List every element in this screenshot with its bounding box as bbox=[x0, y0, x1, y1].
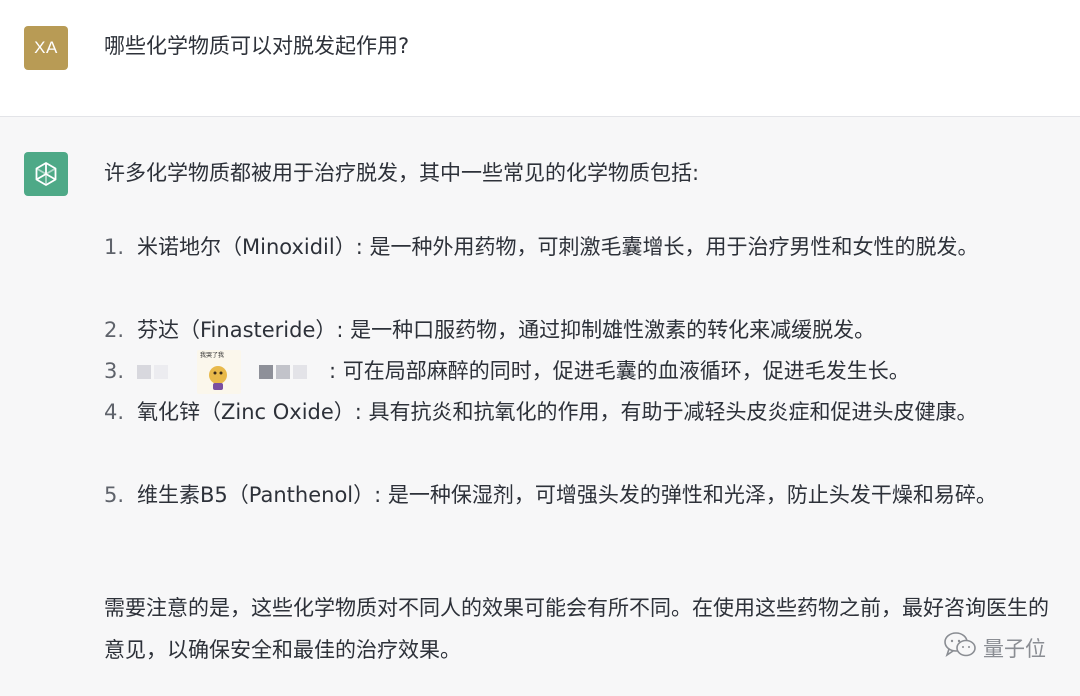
wechat-icon bbox=[943, 631, 977, 664]
list-item-text: 维生素B5（Panthenol）: 是一种保湿剂，可增强头发的弹性和光泽，防止头… bbox=[137, 483, 997, 507]
watermark-text: 量子位 bbox=[983, 636, 1046, 661]
list-number: 3. bbox=[104, 359, 125, 383]
watermark: 量子位 bbox=[943, 631, 1046, 664]
list-item-text-tail: : 可在局部麻醉的同时，促进毛囊的血液循环，促进毛发生长。 bbox=[329, 359, 910, 383]
list-item-text: 我哭了我 : 可在局部麻醉的同时，促进毛囊的血液循环，促进毛发生长。 bbox=[137, 350, 1059, 394]
user-avatar: XA bbox=[24, 26, 68, 70]
redacted-text-block bbox=[293, 365, 307, 379]
assistant-message-row: 许多化学物质都被用于治疗脱发，其中一些常见的化学物质包括: 1. 米诺地尔（Mi… bbox=[0, 117, 1080, 696]
list-number: 2. bbox=[104, 318, 125, 342]
openai-logo-icon bbox=[24, 152, 68, 196]
list-item-text: 氧化锌（Zinc Oxide）: 具有抗炎和抗氧化的作用，有助于减轻头皮炎症和促… bbox=[137, 400, 978, 424]
list-item-text: 芬达（Finasteride）: 是一种口服药物，通过抑制雄性激素的转化来减缓脱… bbox=[137, 318, 876, 342]
list-number: 5. bbox=[104, 483, 125, 507]
redacted-text-block bbox=[276, 365, 290, 379]
assistant-outro-text: 需要注意的是，这些化学物质对不同人的效果可能会有所不同。在使用这些药物之前，最好… bbox=[104, 596, 1049, 662]
user-message-row: XA 哪些化学物质可以对脱发起作用? bbox=[0, 0, 1080, 117]
list-number: 1. bbox=[104, 235, 125, 259]
sticker-image: 我哭了我 bbox=[197, 350, 241, 394]
list-number: 4. bbox=[104, 400, 125, 424]
redacted-text-block bbox=[259, 365, 273, 379]
user-message-text: 哪些化学物质可以对脱发起作用? bbox=[104, 34, 410, 58]
assistant-intro-text: 许多化学物质都被用于治疗脱发，其中一些常见的化学物质包括: bbox=[104, 161, 700, 185]
sticker-caption: 我哭了我 bbox=[200, 352, 225, 359]
redacted-text-block bbox=[137, 365, 151, 379]
redacted-text-block bbox=[154, 365, 168, 379]
list-item-text: 米诺地尔（Minoxidil）: 是一种外用药物，可刺激毛囊增长，用于治疗男性和… bbox=[137, 235, 979, 259]
